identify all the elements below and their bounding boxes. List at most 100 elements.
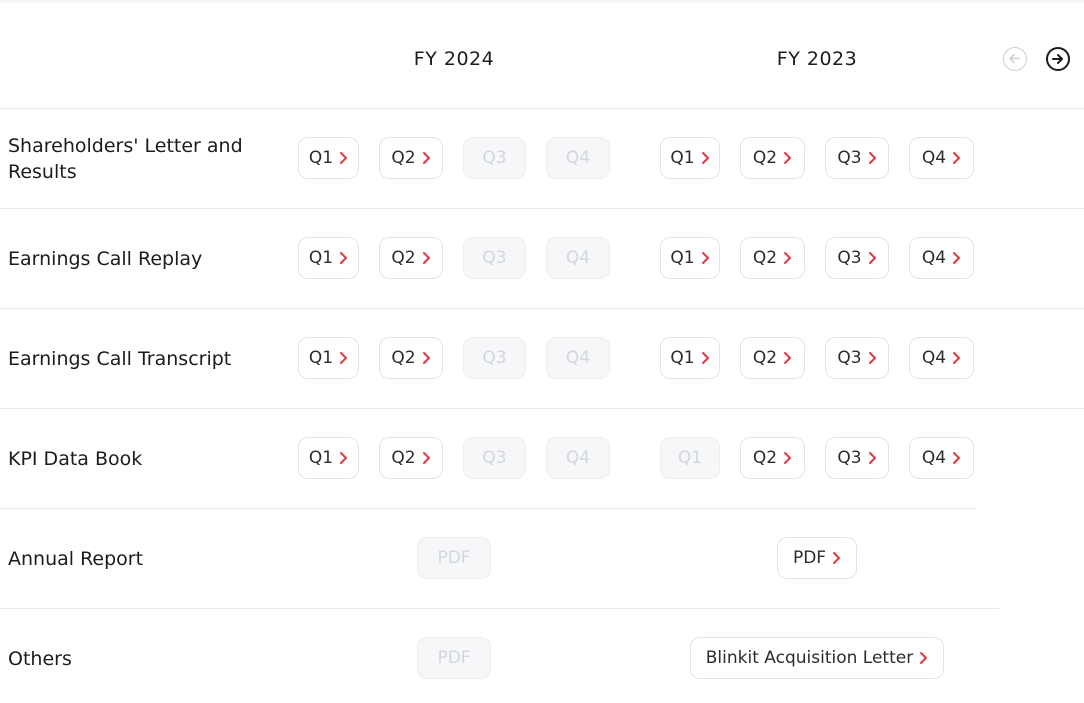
chevron-right-icon	[340, 452, 348, 464]
quarter-q1-2024-button[interactable]: Q1	[298, 437, 359, 479]
quarter-q4-2024-button: Q4	[546, 137, 610, 179]
quarter-q2-2023-button[interactable]: Q2	[740, 237, 805, 279]
quarter-q2-2024-button[interactable]: Q2	[379, 237, 443, 279]
chip-label: Q3	[837, 148, 862, 168]
pdf-2023-button[interactable]: PDF	[776, 537, 858, 579]
quarter-q4-2024-button: Q4	[546, 237, 610, 279]
chip-label: PDF	[792, 548, 827, 568]
chevron-right-icon	[340, 352, 348, 364]
quarter-q1-2024-button[interactable]: Q1	[298, 237, 359, 279]
chevron-right-icon	[784, 352, 792, 364]
chevron-right-icon	[784, 152, 792, 164]
chip-label: Q3	[837, 448, 862, 468]
quarter-q3-2023-button[interactable]: Q3	[825, 437, 889, 479]
chip-label: Q2	[391, 448, 416, 468]
quarter-q3-2024-button: Q3	[463, 337, 526, 379]
chip-label: Q3	[482, 148, 507, 168]
chip-label: Q1	[677, 448, 703, 468]
chip-label: Q4	[565, 148, 591, 168]
quarter-q1-2024-button[interactable]: Q1	[298, 137, 359, 179]
quarter-q1-2023-button[interactable]: Q1	[660, 137, 720, 179]
next-year-button[interactable]	[1046, 47, 1070, 71]
pdf-2024-button: PDF	[417, 537, 491, 579]
quarter-q2-2023-button[interactable]: Q2	[740, 337, 805, 379]
row-label-annual-report: Annual Report	[8, 548, 144, 570]
chip-label: Q1	[308, 248, 334, 268]
row-divider	[0, 108, 1084, 109]
chip-label: Q4	[565, 448, 591, 468]
chevron-right-icon	[422, 152, 430, 164]
quarter-q1-2023-button[interactable]: Q1	[660, 237, 720, 279]
chevron-right-icon	[953, 252, 961, 264]
quarter-q3-2023-button[interactable]: Q3	[825, 337, 889, 379]
chevron-right-icon	[422, 252, 430, 264]
quarter-q2-2024-button[interactable]: Q2	[379, 437, 443, 479]
chevron-right-icon	[868, 252, 876, 264]
chip-label: Q2	[752, 248, 778, 268]
row-divider	[0, 208, 1084, 209]
chip-label: Q1	[670, 348, 695, 368]
chevron-right-icon	[920, 652, 928, 664]
top-shadow	[0, 0, 1084, 4]
quarter-q1-2023-button[interactable]: Q1	[660, 337, 720, 379]
fy-2023-heading: FY 2023	[776, 48, 858, 70]
chevron-right-icon	[868, 152, 876, 164]
quarter-q2-2024-button[interactable]: Q2	[379, 137, 443, 179]
blinkit-acquisition-letter-2023-button[interactable]: Blinkit Acquisition Letter	[689, 637, 945, 679]
chip-label: Q1	[670, 148, 695, 168]
chip-label: Q2	[752, 148, 778, 168]
quarter-q4-2024-button: Q4	[546, 437, 610, 479]
previous-year-button[interactable]	[1003, 47, 1027, 71]
quarter-q1-2024-button[interactable]: Q1	[298, 337, 359, 379]
chip-label: Q3	[482, 448, 507, 468]
chip-label: Q2	[391, 348, 416, 368]
chevron-right-icon	[953, 152, 961, 164]
quarter-q3-2024-button: Q3	[463, 237, 526, 279]
row-divider	[0, 508, 977, 509]
chevron-right-icon	[701, 352, 709, 364]
chip-label: Q3	[837, 248, 862, 268]
quarter-q3-2024-button: Q3	[463, 137, 526, 179]
quarter-q3-2024-button: Q3	[463, 437, 526, 479]
chip-label: Q4	[921, 348, 947, 368]
quarter-q4-2023-button[interactable]: Q4	[909, 337, 974, 379]
quarter-q2-2023-button[interactable]: Q2	[740, 437, 805, 479]
chip-label: Q1	[670, 248, 695, 268]
chevron-right-icon	[868, 452, 876, 464]
chevron-right-icon	[340, 152, 348, 164]
chip-label: Q4	[565, 348, 591, 368]
quarter-q4-2023-button[interactable]: Q4	[909, 237, 974, 279]
quarter-q2-2024-button[interactable]: Q2	[379, 337, 443, 379]
row-divider	[0, 608, 999, 609]
row-label-earnings-call-transcript: Earnings Call Transcript	[8, 348, 232, 370]
chip-label: Q1	[308, 348, 334, 368]
chip-label: Q2	[752, 448, 778, 468]
chevron-right-icon	[422, 352, 430, 364]
row-label-earnings-call-replay: Earnings Call Replay	[8, 248, 203, 270]
chevron-right-icon	[784, 452, 792, 464]
arrow-left-circle-icon	[1009, 53, 1020, 64]
chip-label: Q3	[837, 348, 862, 368]
chip-label: Q3	[482, 348, 507, 368]
chevron-right-icon	[340, 252, 348, 264]
quarter-q4-2023-button[interactable]: Q4	[909, 437, 974, 479]
quarter-q1-2023-button: Q1	[660, 437, 720, 479]
chip-label: PDF	[437, 548, 471, 568]
row-label-others: Others	[8, 648, 72, 670]
quarter-q3-2023-button[interactable]: Q3	[825, 137, 889, 179]
chevron-right-icon	[422, 452, 430, 464]
quarter-q4-2024-button: Q4	[546, 337, 610, 379]
quarter-q2-2023-button[interactable]: Q2	[740, 137, 805, 179]
quarter-q4-2023-button[interactable]: Q4	[909, 137, 974, 179]
row-divider	[0, 408, 1084, 409]
chip-label: Q1	[308, 148, 334, 168]
quarter-q3-2023-button[interactable]: Q3	[825, 237, 889, 279]
fy-2024-heading: FY 2024	[413, 48, 495, 70]
chip-label: Blinkit Acquisition Letter	[705, 648, 914, 668]
chip-label: Q4	[921, 448, 947, 468]
chip-label: Q2	[391, 148, 416, 168]
chevron-right-icon	[953, 452, 961, 464]
chevron-right-icon	[833, 552, 841, 564]
chip-label: Q2	[391, 248, 416, 268]
chevron-right-icon	[868, 352, 876, 364]
